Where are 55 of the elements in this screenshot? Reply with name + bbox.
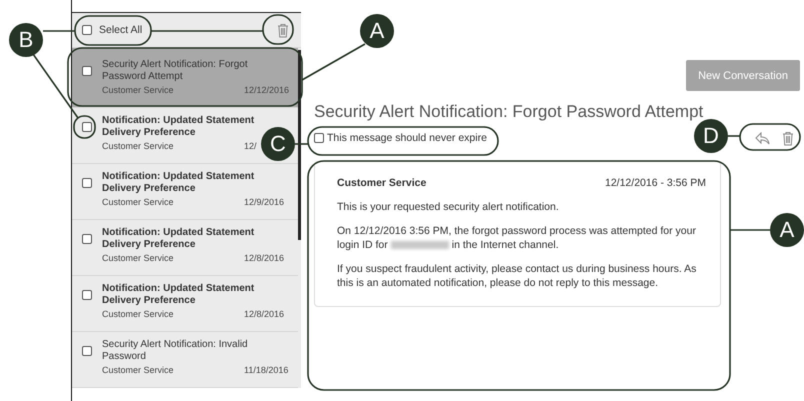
message-list-item[interactable]: Notification: Updated Statement Delivery Preference Customer Service 12/9/2016 [72, 164, 298, 220]
checkbox[interactable] [82, 122, 92, 132]
message-list-item[interactable]: Security Alert Notification: Forgot Password Attempt Customer Service 12/12/2016 [72, 48, 298, 108]
message-sender: Customer Service [102, 197, 174, 207]
card-timestamp: 12/12/2016 - 3:56 PM [605, 176, 706, 190]
trash-icon[interactable] [782, 130, 794, 146]
leader-line [728, 135, 740, 137]
message-title: Security Alert Notification: Forgot Password Attempt [102, 59, 249, 84]
message-date: 11/18/2016 [244, 365, 288, 375]
trash-icon[interactable] [277, 22, 289, 38]
checkbox[interactable] [314, 133, 324, 143]
checkbox[interactable] [82, 346, 92, 356]
message-paragraph: This is your requested security alert notification. [337, 200, 560, 214]
message-date: 12/ [244, 141, 257, 151]
checkbox[interactable] [82, 178, 92, 188]
message-sender: Customer Service [102, 253, 174, 263]
message-date: 12/8/2016 [244, 253, 284, 263]
message-title: Notification: Updated Statement Delivery Preference [102, 115, 256, 140]
highlight-outline [262, 14, 294, 45]
message-sender: Customer Service [102, 365, 174, 375]
message-title: Notification: Updated Statement Delivery Preference [102, 171, 256, 196]
callout-badge: A [770, 213, 804, 247]
message-title: Security Alert Notification: Invalid Password [102, 339, 249, 364]
highlight-outline [739, 123, 801, 151]
message-sender: Customer Service [102, 141, 174, 151]
leader-line [730, 229, 770, 231]
leader-line [43, 30, 75, 32]
checkbox[interactable] [82, 290, 92, 300]
message-paragraph: On 12/12/2016 3:56 PM, the forgot password process was attempted for your login ID for in the Internet channel. [337, 224, 697, 252]
select-all-label[interactable]: Select All [99, 24, 142, 36]
message-list-item[interactable]: Security Alert Notification: Invalid Password Customer Service 11/18/2016 [72, 332, 298, 388]
leader-line [32, 54, 79, 118]
message-title: Notification: Updated Statement Delivery Preference [102, 227, 256, 252]
highlight-outline [73, 115, 96, 139]
message-title: Notification: Updated Statement Delivery Preference [102, 283, 256, 308]
card-sender: Customer Service [337, 176, 426, 190]
leader-line [302, 43, 366, 81]
message-list-item[interactable]: Notification: Updated Statement Delivery Preference Customer Service 12/8/2016 [72, 276, 298, 332]
reply-icon[interactable] [755, 132, 770, 144]
message-list-item[interactable]: Notification: Updated Statement Delivery Preference Customer Service 12/8/2016 [72, 220, 298, 276]
callout-badge: B [9, 23, 43, 57]
callout-badge: A [360, 14, 394, 48]
never-expire-label[interactable]: This message should never expire [327, 132, 487, 144]
message-sender: Customer Service [102, 85, 174, 95]
checkbox[interactable] [82, 66, 92, 76]
message-date: 12/8/2016 [244, 309, 284, 319]
callout-badge: D [694, 119, 728, 153]
scrollbar[interactable] [298, 48, 301, 388]
checkbox[interactable] [82, 25, 92, 35]
leader-line [295, 143, 308, 145]
message-paragraph: If you suspect fraudulent activity, please contact us during business hours. As this is an automated notification, please do not reply to this message. [337, 262, 698, 290]
message-date: 12/9/2016 [244, 197, 284, 207]
checkbox[interactable] [82, 234, 92, 244]
message-sender: Customer Service [102, 309, 174, 319]
message-date: 12/12/2016 [244, 85, 290, 95]
